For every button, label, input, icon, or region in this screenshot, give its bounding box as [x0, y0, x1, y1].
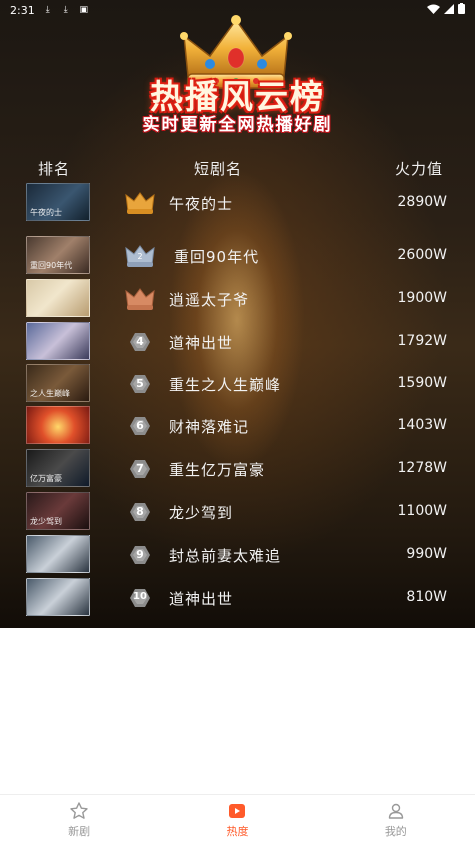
- svg-text:2: 2: [137, 252, 142, 261]
- ranking-row-8[interactable]: 龙少驾到 8 龙少驾到 1100W: [0, 492, 475, 532]
- ranking-row-10[interactable]: 10 道神出世 810W: [0, 578, 475, 618]
- rank-badge-icon: [130, 333, 150, 351]
- ranking-row-5[interactable]: 之人生巅峰 5 重生之人生巅峰 1590W: [0, 364, 475, 404]
- drama-thumbnail[interactable]: 午夜的士: [26, 183, 90, 221]
- signal-icon: [444, 3, 454, 17]
- rank-badge-icon: [130, 417, 150, 435]
- drama-thumbnail[interactable]: [26, 535, 90, 573]
- drama-thumbnail[interactable]: 重回90年代: [26, 236, 90, 274]
- fire-value: 1792W: [397, 333, 447, 349]
- fire-value: 2890W: [397, 194, 447, 210]
- rank-badge-icon: [130, 375, 150, 393]
- rank-badge-icon: [130, 503, 150, 521]
- ranking-row-1[interactable]: 午夜的士 午夜的士 2890W: [0, 183, 475, 223]
- thumbnail-caption: 亿万富豪: [30, 474, 62, 483]
- fire-value: 2600W: [397, 247, 447, 263]
- drama-thumbnail[interactable]: 之人生巅峰: [26, 364, 90, 402]
- fire-value: 1900W: [397, 290, 447, 306]
- ranking-row-9[interactable]: 9 封总前妻太难追 990W: [0, 535, 475, 575]
- drama-name[interactable]: 道神出世: [169, 332, 233, 353]
- drama-name[interactable]: 午夜的士: [169, 193, 233, 214]
- wifi-icon: [427, 4, 440, 17]
- tab-new-drama[interactable]: 新剧: [0, 795, 158, 844]
- rank-badge-icon: [130, 460, 150, 478]
- ranking-hero: 2:31 ⤓ ⤓ ▣ 热播风云榜 实时更新全网热播好剧 排名 短剧名 火力值 午…: [0, 0, 475, 628]
- column-header-fire: 火力值: [395, 160, 444, 178]
- thumbnail-caption: 重回90年代: [30, 261, 73, 270]
- tab-label: 新剧: [68, 824, 91, 838]
- tab-label: 我的: [384, 824, 407, 838]
- drama-thumbnail[interactable]: [26, 279, 90, 317]
- gold-medal-icon: [125, 192, 155, 214]
- play-icon: [229, 803, 246, 818]
- status-time: 2:31: [10, 3, 35, 17]
- rank-badge-icon: [130, 546, 150, 564]
- thumbnail-caption: 龙少驾到: [30, 517, 62, 526]
- drama-thumbnail[interactable]: 亿万富豪: [26, 449, 90, 487]
- drama-name[interactable]: 龙少驾到: [169, 502, 233, 523]
- ranking-row-3[interactable]: 逍遥太子爷 1900W: [0, 279, 475, 319]
- battery-icon: [458, 3, 465, 17]
- notification-icon: ▣: [79, 5, 88, 15]
- ranking-row-2[interactable]: 重回90年代 2 重回90年代 2600W: [0, 236, 475, 276]
- drama-thumbnail[interactable]: [26, 578, 90, 616]
- tab-popularity[interactable]: 热度: [158, 795, 316, 844]
- column-header-name: 短剧名: [194, 160, 243, 178]
- download-icon: ⤓: [63, 5, 68, 15]
- bottom-navigation: 新剧 热度 我的: [0, 794, 475, 844]
- silver-medal-icon: 2: [125, 245, 155, 267]
- user-icon: [388, 803, 404, 819]
- rank-badge-icon: [130, 589, 150, 607]
- star-icon: [70, 801, 88, 819]
- bronze-medal-icon: [125, 288, 155, 310]
- drama-name[interactable]: 道神出世: [169, 588, 233, 609]
- fire-value: 1590W: [397, 375, 447, 391]
- download-icon: ⤓: [45, 5, 50, 15]
- ranking-row-7[interactable]: 亿万富豪 7 重生亿万富豪 1278W: [0, 449, 475, 489]
- drama-name[interactable]: 重生亿万富豪: [169, 459, 265, 480]
- fire-value: 1403W: [397, 417, 447, 433]
- ranking-row-4[interactable]: 4 道神出世 1792W: [0, 322, 475, 362]
- fire-value: 1278W: [397, 460, 447, 476]
- drama-name[interactable]: 重回90年代: [174, 246, 259, 267]
- status-bar: 2:31 ⤓ ⤓ ▣: [0, 0, 475, 20]
- drama-name[interactable]: 财神落难记: [169, 416, 249, 437]
- fire-value: 1100W: [397, 503, 447, 519]
- fire-value: 810W: [406, 589, 447, 605]
- drama-thumbnail[interactable]: 龙少驾到: [26, 492, 90, 530]
- thumbnail-caption: 之人生巅峰: [30, 389, 70, 398]
- tab-mine[interactable]: 我的: [317, 795, 475, 844]
- drama-name[interactable]: 封总前妻太难追: [169, 545, 281, 566]
- page-subtitle: 实时更新全网热播好剧: [142, 115, 333, 135]
- tab-label: 热度: [226, 824, 249, 838]
- ranking-row-6[interactable]: 6 财神落难记 1403W: [0, 406, 475, 446]
- drama-name[interactable]: 逍遥太子爷: [169, 289, 249, 310]
- drama-thumbnail[interactable]: [26, 322, 90, 360]
- fire-value: 990W: [406, 546, 447, 562]
- thumbnail-caption: 午夜的士: [30, 208, 62, 217]
- drama-thumbnail[interactable]: [26, 406, 90, 444]
- drama-name[interactable]: 重生之人生巅峰: [169, 374, 281, 395]
- column-header-rank: 排名: [38, 160, 71, 178]
